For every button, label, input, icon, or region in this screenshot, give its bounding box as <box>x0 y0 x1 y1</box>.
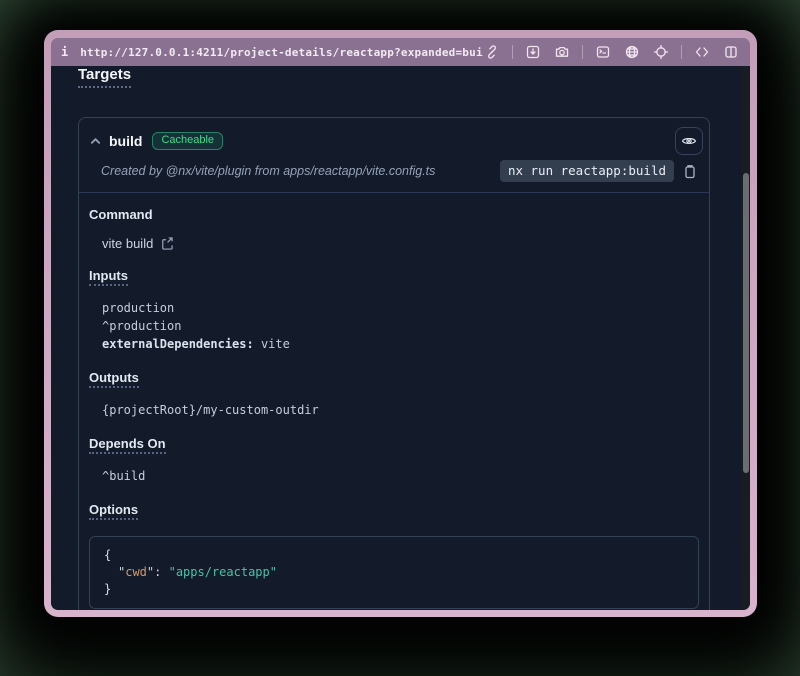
outputs-section-heading[interactable]: Outputs <box>89 371 139 388</box>
eye-icon <box>681 133 697 149</box>
depends-on-section-heading[interactable]: Depends On <box>89 437 166 454</box>
command-value: vite build <box>102 236 153 251</box>
json-close-brace: } <box>104 581 684 598</box>
toolbar-divider <box>582 45 583 59</box>
info-icon: i <box>61 45 68 59</box>
json-open-brace: { <box>104 547 684 564</box>
browser-viewport: Targets build Cacheable <box>51 66 750 610</box>
json-cwd-line: "cwd": "apps/reactapp" <box>104 564 684 581</box>
terminal-icon[interactable] <box>594 43 612 61</box>
targets-heading: Targets <box>78 66 131 88</box>
external-link-icon[interactable] <box>160 237 173 250</box>
split-view-icon[interactable] <box>722 43 740 61</box>
view-build-eye-button[interactable] <box>675 127 703 155</box>
link-icon[interactable] <box>483 43 501 61</box>
input-item: ^production <box>102 317 699 335</box>
browser-titlebar: i http://127.0.0.1:4211/project-details/… <box>51 38 750 66</box>
titlebar-toolbar <box>483 43 740 61</box>
scrollbar-track[interactable] <box>741 66 750 610</box>
box-download-icon[interactable] <box>524 43 542 61</box>
options-section-heading[interactable]: Options <box>89 503 138 520</box>
toolbar-divider <box>681 45 682 59</box>
build-card-header: build Cacheable Created by @nx/vite/plug… <box>79 118 709 193</box>
depends-on-item: ^build <box>102 467 699 485</box>
project-details-page: Targets build Cacheable <box>51 66 741 610</box>
input-item: production <box>102 299 699 317</box>
copy-icon[interactable] <box>683 164 697 179</box>
input-item: externalDependencies: vite <box>102 335 699 353</box>
toolbar-divider <box>512 45 513 59</box>
build-card-body: Command vite build Inputs productio <box>79 193 709 610</box>
desktop-background: i http://127.0.0.1:4211/project-details/… <box>0 0 800 676</box>
camera-icon[interactable] <box>553 43 571 61</box>
globe-icon[interactable] <box>623 43 641 61</box>
browser-window: i http://127.0.0.1:4211/project-details/… <box>44 30 757 617</box>
nx-run-command-chip[interactable]: nx run reactapp:build <box>500 160 674 182</box>
scrollbar-thumb[interactable] <box>743 173 749 473</box>
address-url[interactable]: http://127.0.0.1:4211/project-details/re… <box>80 46 483 59</box>
target-card-build: build Cacheable Created by @nx/vite/plug… <box>78 117 710 610</box>
created-by-text: Created by @nx/vite/plugin from apps/rea… <box>101 164 500 178</box>
crosshair-icon[interactable] <box>652 43 670 61</box>
command-section-heading: Command <box>89 208 153 223</box>
inputs-section-heading[interactable]: Inputs <box>89 269 128 286</box>
chevron-up-icon[interactable] <box>87 133 103 149</box>
code-brackets-icon[interactable] <box>693 43 711 61</box>
cacheable-badge: Cacheable <box>152 132 223 150</box>
target-name-build[interactable]: build <box>109 133 142 149</box>
output-item: {projectRoot}/my-custom-outdir <box>102 401 699 419</box>
options-json-box: { "cwd": "apps/reactapp" } <box>89 536 699 609</box>
